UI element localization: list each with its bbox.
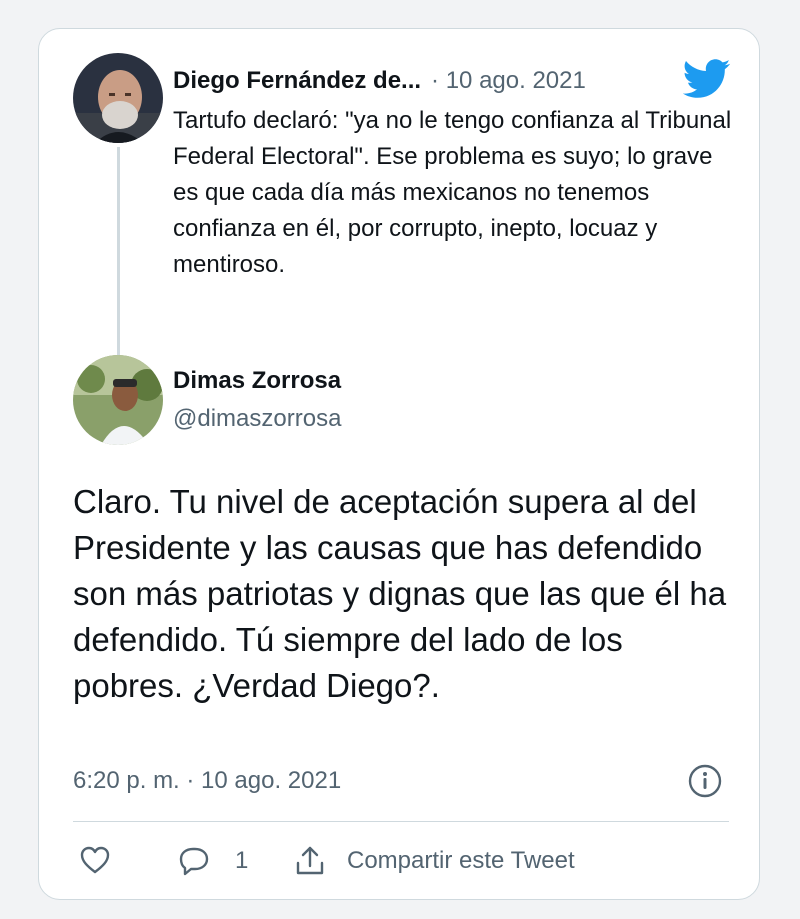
reply-author-handle[interactable]: @dimaszorrosa — [173, 403, 341, 435]
quoted-tweet-header: Diego Fernández de... · 10 ago. 2021 — [173, 61, 753, 101]
reply-count: 1 — [235, 847, 249, 874]
reply-tweet-text: Claro. Tu nivel de aceptación supera al … — [73, 483, 727, 704]
diego-avatar[interactable] — [73, 53, 163, 143]
heart-icon — [80, 846, 110, 874]
reply-button[interactable]: 1 — [177, 845, 248, 877]
share-button[interactable]: Compartir este Tweet — [293, 845, 575, 877]
reply-bubble-icon — [179, 847, 209, 876]
thread-connector-line — [117, 147, 120, 373]
actions-divider — [73, 821, 729, 822]
like-button[interactable] — [79, 845, 111, 875]
share-label: Compartir este Tweet — [347, 847, 575, 874]
dimas-avatar[interactable] — [73, 355, 163, 445]
quoted-author-name[interactable]: Diego Fernández de... — [173, 67, 421, 95]
tweet-card: Diego Fernández de... · 10 ago. 2021 Tar… — [38, 28, 760, 900]
twitter-bird-icon[interactable] — [682, 59, 731, 99]
share-icon — [296, 846, 324, 875]
quoted-tweet-text: Tartufo declaró: "ya no le tengo confian… — [173, 107, 732, 278]
info-icon[interactable] — [687, 763, 723, 799]
quoted-tweet-date[interactable]: · 10 ago. 2021 — [431, 67, 586, 95]
reply-timestamp[interactable]: 6:20 p. m. · 10 ago. 2021 — [73, 765, 341, 797]
reply-author-name[interactable]: Dimas Zorrosa — [173, 365, 341, 397]
